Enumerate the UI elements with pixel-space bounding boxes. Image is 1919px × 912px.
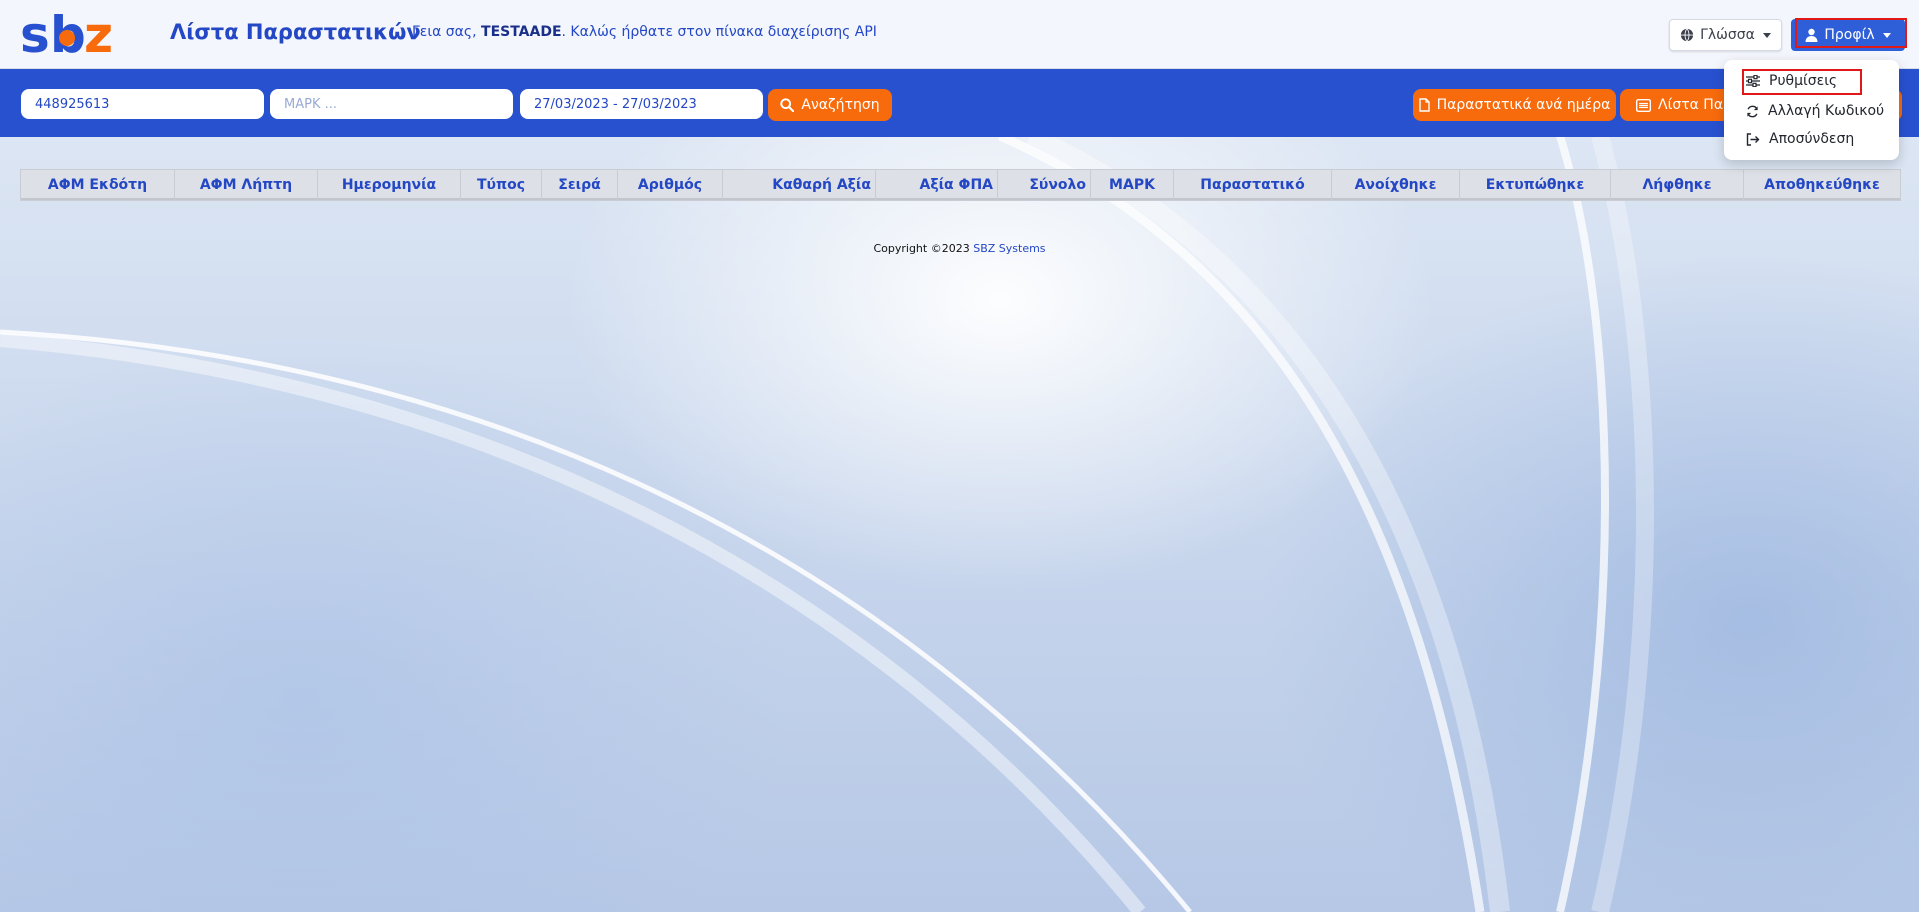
column-header-date[interactable]: Ημερομηνία — [317, 169, 461, 201]
page-title: Λίστα Παραστατικών — [170, 20, 421, 44]
menu-item-change-password-label: Αλλαγή Κωδικού — [1768, 103, 1885, 119]
search-button[interactable]: Αναζήτηση — [768, 89, 892, 121]
greeting-prefix: Γεια σας, — [412, 24, 482, 40]
company-link[interactable]: SBZ Systems — [973, 242, 1045, 255]
column-header-printed[interactable]: Εκτυπώθηκε — [1459, 169, 1611, 201]
column-header-number[interactable]: Αριθμός — [617, 169, 723, 201]
column-header-saved[interactable]: Αποθηκεύθηκε — [1743, 169, 1901, 201]
column-header-document[interactable]: Παραστατικό — [1173, 169, 1332, 201]
language-dropdown-button[interactable]: Γλώσσα — [1669, 19, 1782, 51]
refresh-icon — [1746, 105, 1759, 118]
column-header-type[interactable]: Τύπος — [460, 169, 542, 201]
footer: Copyright ©2023 SBZ Systems — [0, 242, 1919, 255]
date-range-input[interactable] — [520, 89, 763, 119]
menu-item-logout[interactable]: Αποσύνδεση — [1746, 128, 1854, 150]
list-icon — [1636, 98, 1651, 112]
table-header-row: ΑΦΜ Εκδότη ΑΦΜ Λήπτη Ημερομηνία Τύπος Σε… — [20, 169, 1901, 201]
column-header-opened[interactable]: Ανοίχθηκε — [1331, 169, 1460, 201]
svg-text:z: z — [84, 8, 113, 60]
sbz-logo[interactable]: s b z — [20, 8, 130, 60]
copyright-text: Copyright ©2023 — [873, 242, 974, 255]
column-header-series[interactable]: Σειρά — [541, 169, 618, 201]
settings-item-highlight — [1742, 69, 1862, 95]
documents-table: ΑΦΜ Εκδότη ΑΦΜ Λήπτη Ημερομηνία Τύπος Σε… — [20, 169, 1901, 201]
column-header-mark[interactable]: ΜΑΡΚ — [1090, 169, 1174, 201]
file-icon — [1418, 98, 1430, 112]
column-header-recipient-afm[interactable]: ΑΦΜ Λήπτη — [174, 169, 318, 201]
greeting-suffix: . Καλώς ήρθατε στον πίνακα διαχείρισης A… — [561, 24, 877, 40]
search-icon — [780, 98, 795, 112]
search-label: Αναζήτηση — [801, 97, 880, 113]
afm-input[interactable] — [21, 89, 264, 119]
welcome-message: Γεια σας, TESTAADE. Καλώς ήρθατε στον πί… — [412, 24, 877, 40]
column-header-issuer-afm[interactable]: ΑΦΜ Εκδότη — [20, 169, 175, 201]
top-header: s b z Λίστα Παραστατικών Γεια σας, TESTA… — [0, 0, 1919, 69]
column-header-vat-value[interactable]: Αξία ΦΠΑ — [875, 169, 998, 201]
column-header-received[interactable]: Λήφθηκε — [1610, 169, 1744, 201]
search-toolbar: Αναζήτηση Παραστατικά ανά ημέρα Λίστα Πα… — [0, 69, 1919, 137]
globe-icon — [1680, 28, 1694, 42]
menu-item-change-password[interactable]: Αλλαγή Κωδικού — [1746, 100, 1884, 122]
username: TESTAADE — [481, 24, 562, 40]
profile-button-highlight — [1795, 18, 1907, 48]
language-label: Γλώσσα — [1700, 27, 1755, 43]
column-header-total[interactable]: Σύνολο — [997, 169, 1091, 201]
logout-icon — [1746, 132, 1760, 146]
documents-per-day-label: Παραστατικά ανά ημέρα — [1436, 97, 1611, 113]
svg-text:s: s — [20, 8, 48, 60]
column-header-net-value[interactable]: Καθαρή Αξία — [722, 169, 876, 201]
documents-per-day-button[interactable]: Παραστατικά ανά ημέρα — [1413, 89, 1616, 121]
mark-input[interactable] — [270, 89, 513, 119]
chevron-down-icon — [1762, 32, 1771, 38]
menu-item-logout-label: Αποσύνδεση — [1769, 131, 1855, 147]
